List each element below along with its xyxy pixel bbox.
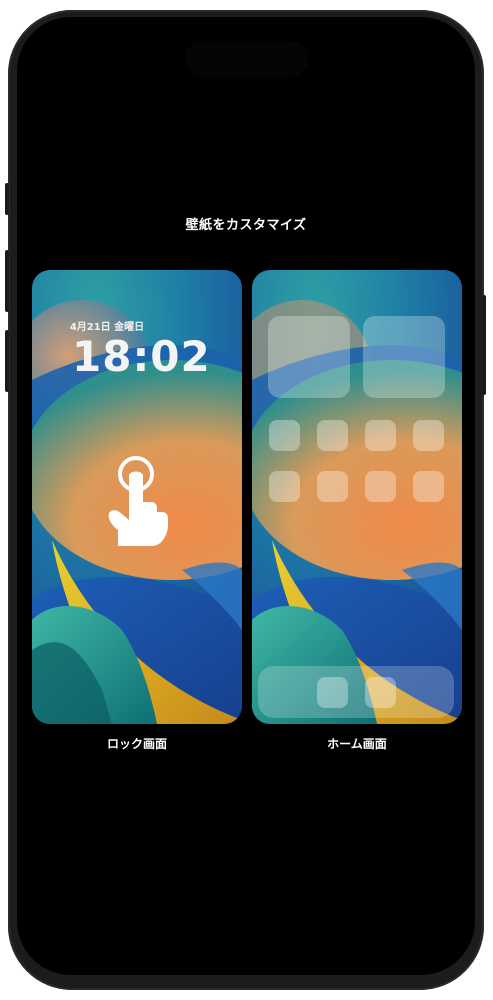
app-icon-placeholder (413, 420, 444, 451)
app-icon-placeholder (269, 420, 300, 451)
lock-screen-preview[interactable]: 4月21日 金曜日 18:02 (32, 270, 242, 724)
app-icon-placeholder (317, 471, 348, 502)
lock-screen-date: 4月21日 金曜日 (69, 322, 145, 333)
app-icon-placeholder (365, 471, 396, 502)
screen: 壁紙をカスタマイズ 4月21日 金曜日 18:02 ロック画面 ホーム画面 (17, 17, 475, 975)
dock-icon-placeholder (317, 677, 348, 708)
page-title: 壁紙をカスタマイズ (185, 218, 307, 233)
app-icon-placeholder (365, 420, 396, 451)
lock-screen-caption: ロック画面 (106, 737, 167, 751)
home-screen-preview[interactable] (252, 270, 462, 724)
volume-down-button (5, 330, 9, 392)
power-button (482, 295, 486, 395)
volume-up-button (5, 250, 9, 312)
action-button (5, 183, 9, 215)
app-icon-placeholder (269, 471, 300, 502)
dynamic-island (185, 41, 309, 77)
widget-placeholder (363, 316, 445, 398)
app-icon-placeholder (317, 420, 348, 451)
widget-placeholder (268, 316, 350, 398)
hand-pointer-icon (108, 456, 168, 546)
lock-screen-clock: 18:02 (72, 332, 211, 381)
home-screen-caption: ホーム画面 (327, 737, 387, 751)
app-icon-placeholder (413, 471, 444, 502)
dock (258, 666, 454, 718)
dock-icon-placeholder (365, 677, 396, 708)
